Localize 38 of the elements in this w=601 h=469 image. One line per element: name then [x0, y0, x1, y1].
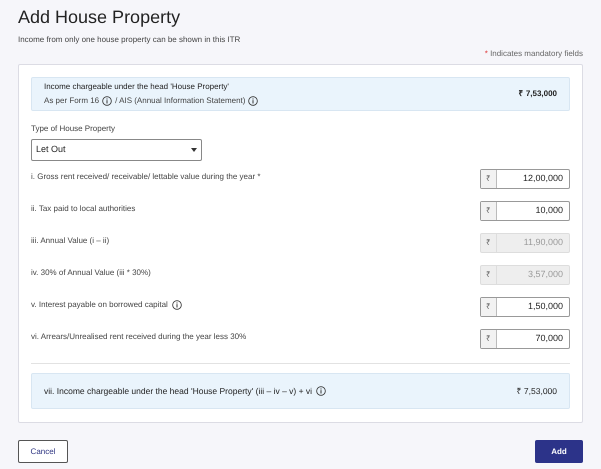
amount-field[interactable]: ₹ 70,000 [480, 329, 570, 349]
amount-value: 70,000 [534, 332, 564, 346]
summary-source: / AIS (Annual Information Statement) [115, 95, 246, 107]
info-icon[interactable] [102, 96, 112, 106]
amount-value: 11,90,000 [522, 236, 564, 250]
row-label: iii. Annual Value (i – ii) [31, 235, 110, 247]
amount-value: 3,57,000 [526, 268, 564, 282]
total-amount: ₹ 7,53,000 [516, 384, 557, 398]
cancel-button[interactable]: Cancel [18, 440, 68, 463]
info-icon[interactable] [248, 96, 258, 106]
row-label: iv. 30% of Annual Value (iii * 30%) [31, 267, 151, 279]
currency-symbol: ₹ [481, 202, 497, 220]
summary-amount: ₹ 7,53,000 [518, 88, 557, 100]
row-label: v. Interest payable on borrowed capital [31, 299, 168, 311]
summary-source: As per Form 16 [44, 95, 100, 107]
row-label: ii. Tax paid to local authorities [31, 203, 136, 215]
currency-symbol: ₹ [481, 170, 497, 188]
amount-field[interactable]: ₹ 12,00,000 [480, 169, 570, 189]
add-button[interactable]: Add [535, 440, 583, 463]
row-label: i. Gross rent received/ receivable/ lettable value during the year * [31, 171, 260, 183]
amount-field[interactable]: ₹ 1,50,000 [480, 297, 570, 317]
currency-symbol: ₹ [481, 298, 497, 316]
total-label: vii. Income chargeable under the head 'House Property' (iii – iv – v) + vi [44, 384, 312, 398]
summary-title: Income chargeable under the head 'House Property' [44, 81, 230, 93]
row-label: vi. Arrears/Unrealised rent received during the year less 30% [31, 331, 246, 343]
amount-value: 10,000 [534, 204, 564, 218]
info-icon[interactable] [316, 386, 326, 396]
amount-field[interactable]: ₹ 10,000 [480, 201, 570, 221]
info-icon[interactable] [172, 300, 182, 310]
field-label: Type of House Property [31, 123, 116, 135]
caret-icon [191, 148, 197, 152]
amount-value: 1,50,000 [526, 300, 564, 314]
subtitle: Income from only one house property can be shown in this ITR [18, 34, 242, 46]
amount-value: 12,00,000 [522, 172, 564, 186]
page-title: Add House Property [18, 6, 182, 29]
currency-symbol: ₹ [481, 330, 497, 348]
mandatory-note: * Indicates mandatory fields [484, 48, 583, 60]
property-type-select[interactable]: Let Out [31, 139, 202, 161]
